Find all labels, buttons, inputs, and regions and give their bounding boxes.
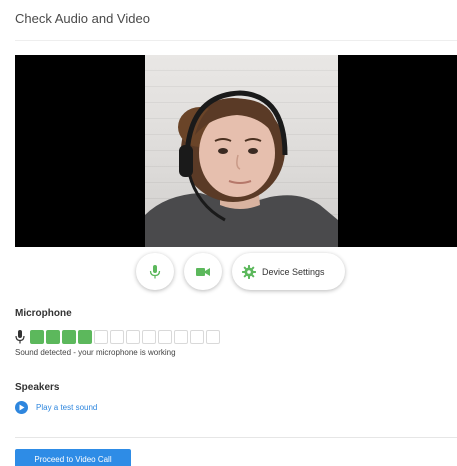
level-cell <box>126 330 140 344</box>
play-test-sound-link[interactable]: Play a test sound <box>15 400 97 414</box>
level-cell <box>190 330 204 344</box>
level-cell <box>94 330 108 344</box>
footer-divider <box>15 437 457 438</box>
level-cell <box>78 330 92 344</box>
camera-toggle-button[interactable] <box>184 253 222 290</box>
level-cell <box>142 330 156 344</box>
call-controls: Device Settings <box>0 253 457 293</box>
video-camera-icon <box>196 267 210 276</box>
device-settings-label: Device Settings <box>262 266 325 277</box>
level-cell <box>174 330 188 344</box>
proceed-to-video-call-button[interactable]: Proceed to Video Call <box>15 449 131 466</box>
level-cell <box>158 330 172 344</box>
level-cell <box>62 330 76 344</box>
microphone-level-meter <box>15 329 222 345</box>
audio-video-check-page: Check Audio and Video Device Settings Mi… <box>0 0 457 466</box>
gear-icon <box>242 264 256 279</box>
microphone-icon <box>149 264 161 278</box>
page-title: Check Audio and Video <box>15 11 150 26</box>
level-cell <box>110 330 124 344</box>
title-divider <box>15 40 457 41</box>
level-cell <box>30 330 44 344</box>
camera-feed <box>145 55 338 247</box>
person-image <box>145 90 338 247</box>
microphone-status-text: Sound detected - your microphone is work… <box>15 348 176 357</box>
level-cell <box>206 330 220 344</box>
microphone-section-title: Microphone <box>15 308 72 319</box>
speakers-section-title: Speakers <box>15 382 60 393</box>
device-settings-button[interactable]: Device Settings <box>232 253 345 290</box>
play-icon <box>15 400 28 414</box>
microphone-icon <box>15 330 25 344</box>
microphone-toggle-button[interactable] <box>136 253 174 290</box>
play-test-sound-label: Play a test sound <box>36 402 98 412</box>
level-cell <box>46 330 60 344</box>
level-cells <box>30 330 222 344</box>
video-preview <box>15 55 457 247</box>
